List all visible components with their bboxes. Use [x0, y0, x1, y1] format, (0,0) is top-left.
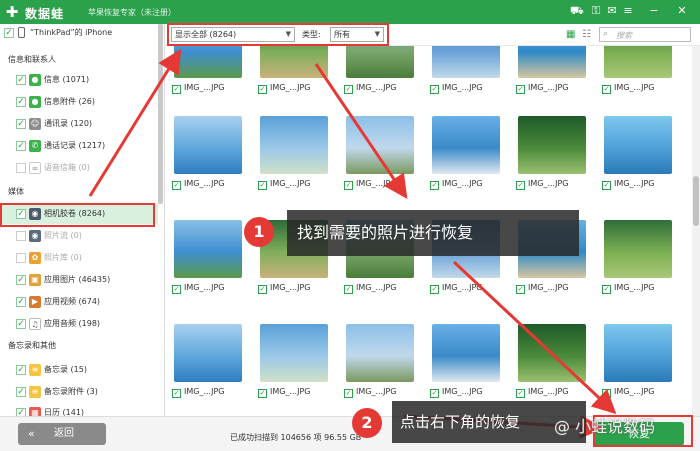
- step2-badge: 2: [352, 408, 382, 438]
- watermark: @ 小蛙说数码: [554, 417, 656, 436]
- arrow-to-photos: [314, 63, 408, 199]
- arrow-to-camera-roll: [88, 48, 182, 197]
- step1-badge: 1: [244, 217, 274, 247]
- arrow-to-recover: [452, 260, 617, 415]
- step1-tooltip: 找到需要的照片进行恢复: [287, 210, 579, 256]
- step1-text: 找到需要的照片进行恢复: [297, 223, 474, 242]
- step2-text: 点击右下角的恢复: [400, 413, 521, 431]
